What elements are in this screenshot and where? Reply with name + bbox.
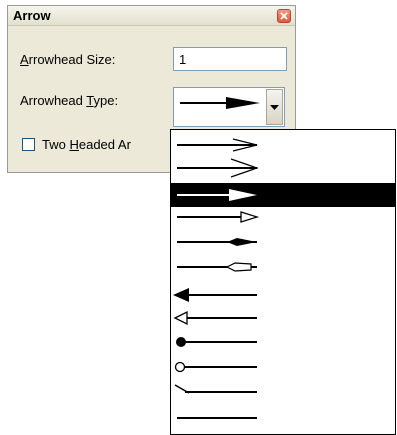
close-button[interactable]: [277, 9, 291, 23]
arrowhead-option-hollow-triangle-left[interactable]: [171, 306, 395, 330]
hollow-triangle-right-icon: [177, 211, 260, 223]
hollow-diamond-right-icon: [177, 262, 257, 272]
arrowhead-option-open-arrow-right[interactable]: [171, 133, 395, 157]
arrowhead-type-combobox[interactable]: [173, 87, 285, 127]
hollow-circle-left-icon: [174, 361, 257, 373]
selected-arrowhead-icon: [180, 97, 260, 109]
arrowhead-option-slash-left[interactable]: [171, 380, 395, 404]
filled-arrow-left-icon: [173, 288, 257, 302]
arrowhead-option-hollow-circle-left[interactable]: [171, 355, 395, 379]
chevron-down-icon: [270, 105, 279, 110]
dialog-title: Arrow: [13, 8, 51, 23]
arrowhead-type-dropdown-list[interactable]: [170, 129, 396, 435]
arrowhead-option-open-arrow-right-large[interactable]: [171, 156, 395, 180]
arrowhead-size-label: Arrowhead Size:: [20, 52, 116, 67]
arrowhead-size-input[interactable]: 1: [173, 47, 287, 71]
arrowhead-option-hollow-diamond-right[interactable]: [171, 255, 395, 279]
title-bar: Arrow: [8, 6, 295, 26]
arrowhead-option-filled-arrow-left[interactable]: [171, 283, 395, 307]
arrowhead-option-hollow-triangle-right[interactable]: [171, 205, 395, 229]
close-icon: [280, 12, 288, 20]
open-arrow-right-large-icon: [177, 158, 259, 178]
slash-left-icon: [174, 384, 257, 394]
filled-circle-left-icon: [176, 337, 257, 347]
filled-arrow-right-icon: [177, 189, 257, 201]
arrowhead-option-filled-arrow-right[interactable]: [171, 183, 395, 207]
two-headed-label: Two Headed Ar: [42, 137, 131, 152]
filled-diamond-right-icon: [177, 238, 257, 246]
plain-line-icon: [177, 417, 257, 419]
arrowhead-option-plain-line[interactable]: [171, 406, 395, 430]
two-headed-checkbox[interactable]: [22, 138, 35, 151]
combo-dropdown-button[interactable]: [266, 89, 283, 125]
hollow-triangle-left-icon: [173, 310, 257, 326]
arrowhead-option-filled-circle-left[interactable]: [171, 330, 395, 354]
arrowhead-option-filled-diamond-right[interactable]: [171, 230, 395, 254]
arrowhead-type-label: Arrowhead Type:: [20, 93, 119, 108]
open-arrow-right-icon: [177, 138, 258, 152]
